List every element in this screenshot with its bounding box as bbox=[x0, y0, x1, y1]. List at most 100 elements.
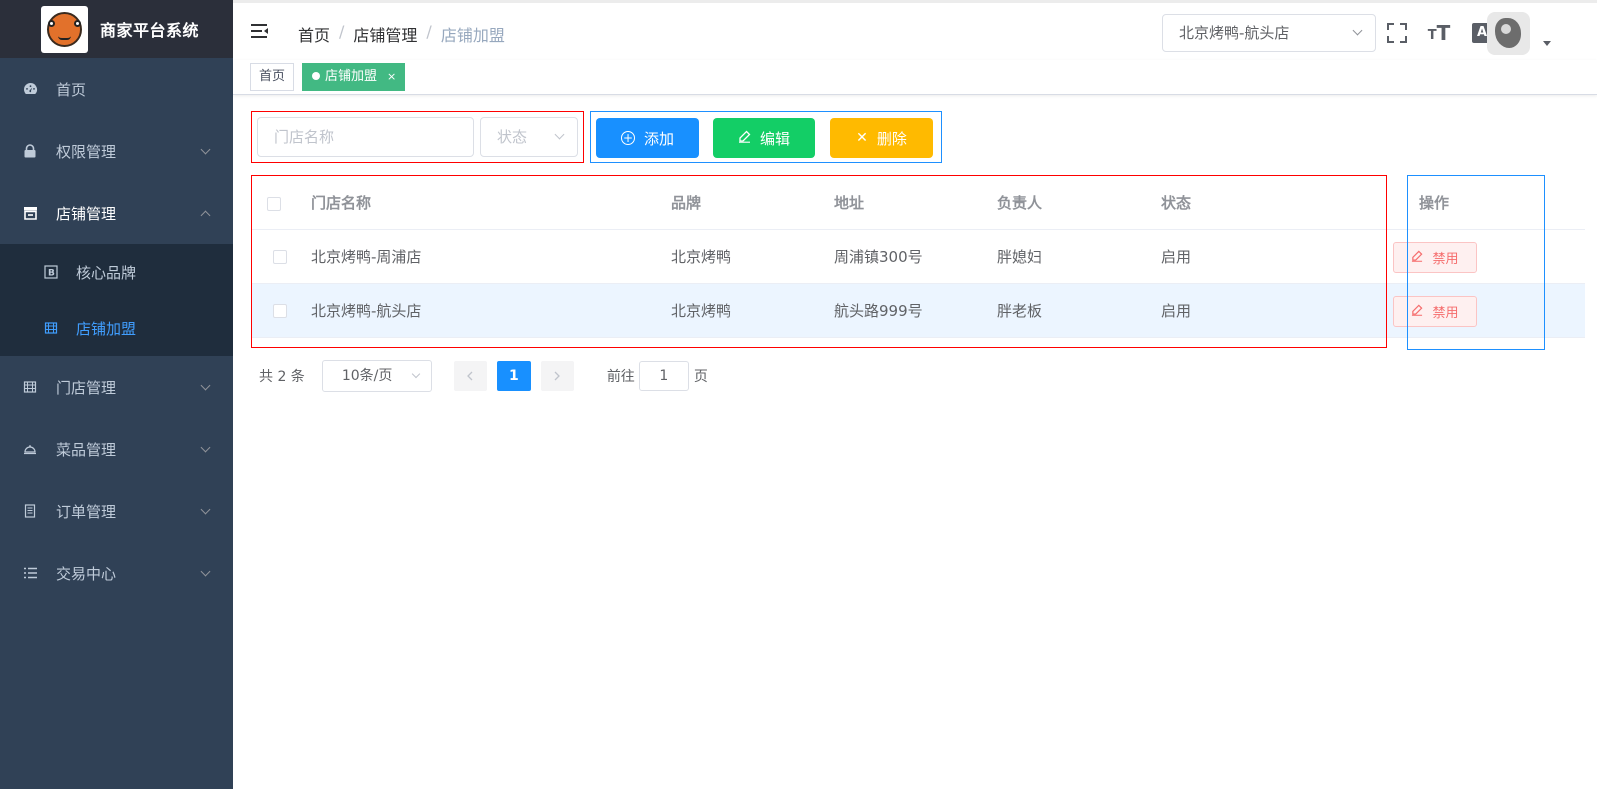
main-content: 门店名称 状态 + 添加 编辑 ✕ 删除 门店名称 品牌 地址 负责人 状态 操作 bbox=[233, 96, 1597, 789]
svg-text:B: B bbox=[48, 269, 55, 279]
cell-brand: 北京烤鸭 bbox=[671, 302, 732, 320]
chevron-down-icon bbox=[554, 129, 565, 140]
lock-icon bbox=[22, 143, 38, 159]
avatar[interactable] bbox=[1487, 12, 1530, 55]
select-all-checkbox[interactable] bbox=[267, 197, 281, 211]
jump-label: 前往 bbox=[606, 369, 635, 385]
sidebar-item-store-management[interactable]: 门店管理 bbox=[0, 356, 233, 418]
chevron-down-icon bbox=[200, 504, 211, 515]
active-dot-icon bbox=[312, 72, 320, 80]
franchise-icon bbox=[43, 320, 59, 336]
plus-circle-icon: + bbox=[620, 131, 635, 145]
chevron-down-icon bbox=[200, 380, 211, 391]
breadcrumb-separator: / bbox=[339, 22, 345, 41]
chevron-down-icon bbox=[1352, 25, 1363, 36]
pagination: 共 2 条 10条/页 1 前往 1 页 bbox=[251, 360, 708, 392]
brand-icon: B bbox=[43, 264, 59, 280]
pencil-icon bbox=[738, 130, 751, 147]
document-icon bbox=[22, 503, 38, 519]
column-header: 门店名称 bbox=[311, 193, 372, 212]
sidebar-menu: 首页 权限管理 店铺管理 bbox=[0, 58, 233, 244]
chevron-down-icon bbox=[200, 144, 211, 155]
close-icon: ✕ bbox=[856, 130, 868, 146]
store-table: 门店名称 品牌 地址 负责人 状态 操作 北京烤鸭-周浦店 北京烤鸭 周浦镇30… bbox=[251, 175, 1585, 338]
sidebar-item-franchise[interactable]: 店铺加盟 bbox=[0, 300, 233, 356]
status-select[interactable]: 状态 bbox=[480, 117, 578, 157]
cell-store-name: 北京烤鸭-航头店 bbox=[311, 302, 422, 320]
next-page-button[interactable] bbox=[540, 361, 574, 391]
table-header: 门店名称 品牌 地址 负责人 状态 操作 bbox=[251, 175, 1585, 230]
jump-page-input[interactable]: 1 bbox=[638, 361, 689, 391]
store-select-value: 北京烤鸭-航头店 bbox=[1179, 24, 1290, 42]
cell-brand: 北京烤鸭 bbox=[671, 248, 732, 266]
edit-button[interactable]: 编辑 bbox=[713, 118, 815, 158]
sidebar-item-shop-management[interactable]: 店铺管理 bbox=[0, 182, 233, 244]
sidebar-item-dish-management[interactable]: 菜品管理 bbox=[0, 418, 233, 480]
building-icon bbox=[22, 379, 38, 395]
column-header: 品牌 bbox=[671, 193, 702, 212]
table-row[interactable]: 北京烤鸭-周浦店 北京烤鸭 周浦镇300号 胖媳妇 启用 禁用 bbox=[251, 230, 1585, 284]
fullscreen-icon[interactable] bbox=[1386, 22, 1408, 44]
tag-franchise[interactable]: 店铺加盟 × bbox=[302, 63, 406, 91]
cell-status: 启用 bbox=[1161, 302, 1192, 320]
breadcrumb-separator: / bbox=[426, 22, 432, 41]
store-name-input[interactable]: 门店名称 bbox=[257, 117, 474, 157]
pagination-total: 共 2 条 bbox=[259, 369, 305, 385]
breadcrumb: 首页 / 店铺管理 / 店铺加盟 bbox=[298, 22, 505, 46]
row-checkbox[interactable] bbox=[273, 250, 287, 264]
shop-icon bbox=[22, 205, 38, 221]
chevron-down-icon bbox=[200, 566, 211, 577]
column-header: 操作 bbox=[1419, 193, 1450, 212]
app-title: 商家平台系统 bbox=[100, 21, 200, 40]
chevron-up-icon bbox=[200, 210, 211, 221]
sidebar-item-order-management[interactable]: 订单管理 bbox=[0, 480, 233, 542]
row-checkbox[interactable] bbox=[273, 304, 287, 318]
pencil-icon bbox=[1411, 304, 1423, 319]
delete-button[interactable]: ✕ 删除 bbox=[830, 118, 933, 158]
tags-view: 首页 店铺加盟 × bbox=[233, 60, 1597, 95]
page-number[interactable]: 1 bbox=[496, 361, 531, 391]
cell-owner: 胖老板 bbox=[997, 302, 1043, 320]
list-icon bbox=[22, 565, 38, 581]
column-header: 地址 bbox=[834, 193, 865, 212]
shop-submenu: B 核心品牌 店铺加盟 bbox=[0, 244, 233, 356]
filter-area: 门店名称 状态 bbox=[251, 111, 584, 163]
caret-down-icon[interactable] bbox=[1543, 41, 1551, 46]
breadcrumb-shop-management[interactable]: 店铺管理 bbox=[353, 22, 417, 46]
sidebar-item-core-brand[interactable]: B 核心品牌 bbox=[0, 244, 233, 300]
table-row[interactable]: 北京烤鸭-航头店 北京烤鸭 航头路999号 胖老板 启用 禁用 bbox=[251, 284, 1585, 338]
dish-cover-icon bbox=[22, 441, 38, 457]
navbar: 首页 / 店铺管理 / 店铺加盟 北京烤鸭-航头店 TT A bbox=[233, 0, 1597, 60]
font-size-icon[interactable]: TT bbox=[1428, 21, 1451, 45]
breadcrumb-current: 店铺加盟 bbox=[440, 26, 505, 45]
store-select[interactable]: 北京烤鸭-航头店 bbox=[1162, 14, 1376, 52]
cell-status: 启用 bbox=[1161, 248, 1192, 266]
prev-page-button[interactable] bbox=[453, 361, 487, 391]
hamburger-icon[interactable] bbox=[251, 24, 268, 38]
cell-store-name: 北京烤鸭-周浦店 bbox=[311, 248, 422, 266]
cell-owner: 胖媳妇 bbox=[997, 248, 1043, 266]
jump-suffix: 页 bbox=[693, 369, 708, 385]
cell-address: 周浦镇300号 bbox=[834, 248, 923, 266]
sidebar: 商家平台系统 首页 权限管理 店铺管理 B 核心品牌 店铺加盟 门店管理 菜品管… bbox=[0, 0, 233, 789]
dashboard-icon bbox=[22, 81, 38, 97]
sidebar-item-permissions[interactable]: 权限管理 bbox=[0, 120, 233, 182]
sidebar-item-trade-center[interactable]: 交易中心 bbox=[0, 542, 233, 604]
chevron-down-icon bbox=[200, 442, 211, 453]
sidebar-menu-rest: 门店管理 菜品管理 订单管理 交易中心 bbox=[0, 356, 233, 604]
logo-bar[interactable]: 商家平台系统 bbox=[0, 0, 233, 58]
toolbar: + 添加 编辑 ✕ 删除 bbox=[590, 111, 942, 163]
disable-button[interactable]: 禁用 bbox=[1393, 296, 1477, 327]
close-icon[interactable]: × bbox=[387, 70, 396, 83]
cell-address: 航头路999号 bbox=[834, 302, 923, 320]
breadcrumb-home[interactable]: 首页 bbox=[298, 22, 330, 46]
pencil-icon bbox=[1411, 250, 1423, 265]
tag-home[interactable]: 首页 bbox=[250, 63, 295, 91]
add-button[interactable]: + 添加 bbox=[596, 118, 699, 158]
column-header: 负责人 bbox=[997, 193, 1043, 212]
chevron-down-icon bbox=[411, 369, 421, 379]
disable-button[interactable]: 禁用 bbox=[1393, 242, 1477, 273]
logo bbox=[41, 5, 88, 53]
page-size-select[interactable]: 10条/页 bbox=[321, 360, 432, 392]
sidebar-item-home[interactable]: 首页 bbox=[0, 58, 233, 120]
